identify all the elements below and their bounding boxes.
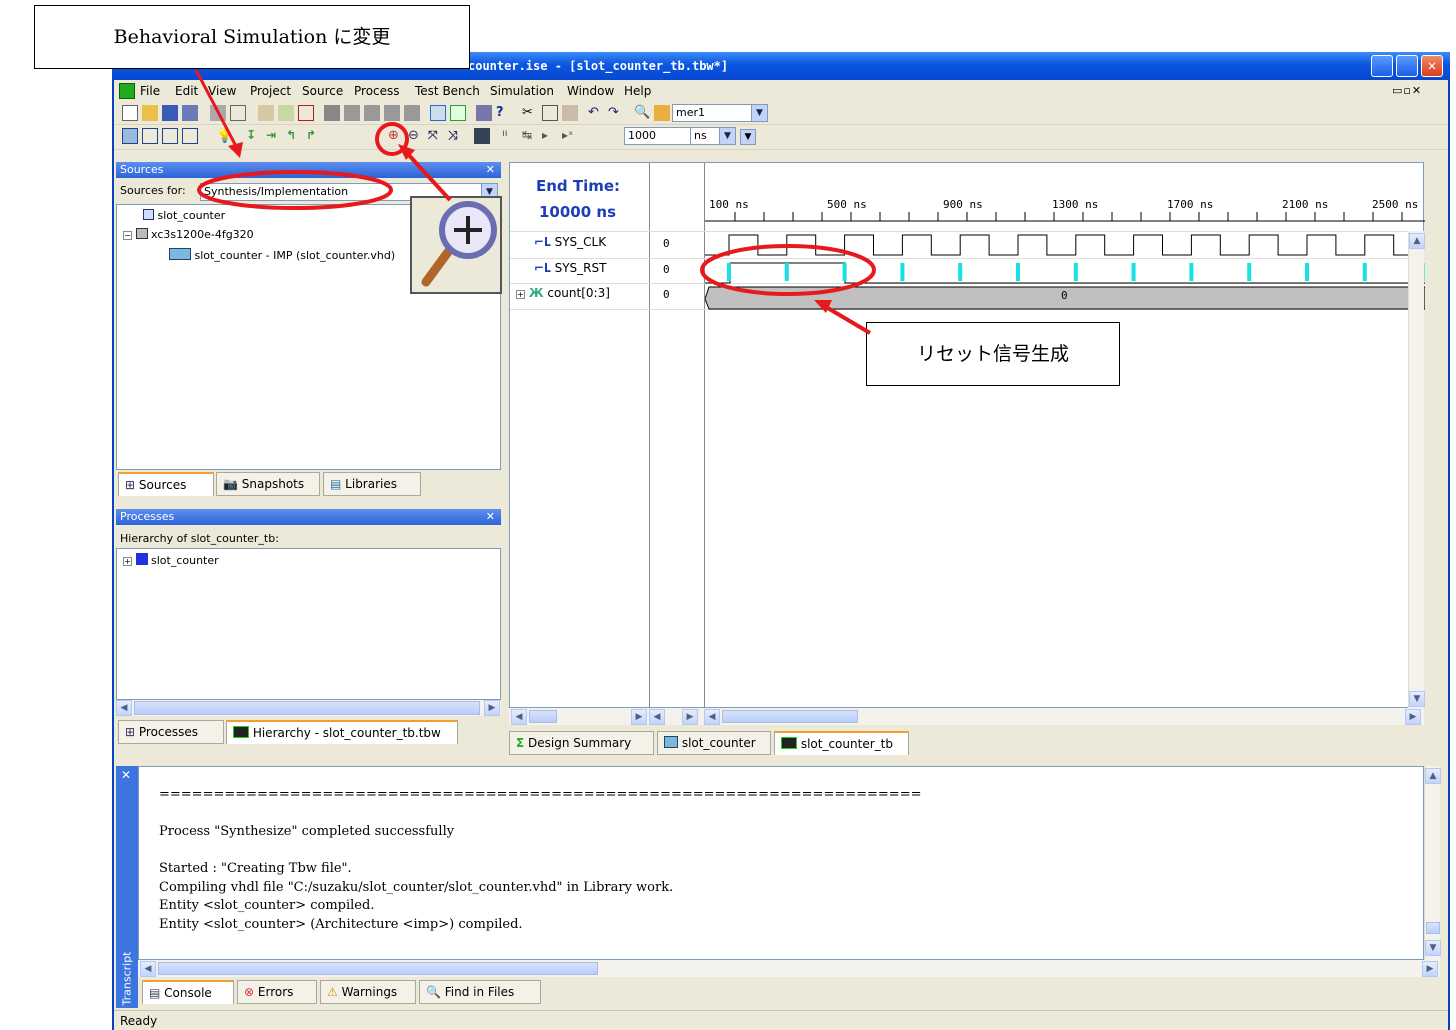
highlight-reset xyxy=(700,244,876,296)
arrow-behavioral xyxy=(194,69,240,151)
annotation-overlay xyxy=(194,69,876,335)
highlight-sources-for xyxy=(197,170,393,210)
arrow-behavioral-head xyxy=(228,142,243,158)
arrow-reset xyxy=(824,305,872,335)
arrow-zoom xyxy=(404,150,452,202)
